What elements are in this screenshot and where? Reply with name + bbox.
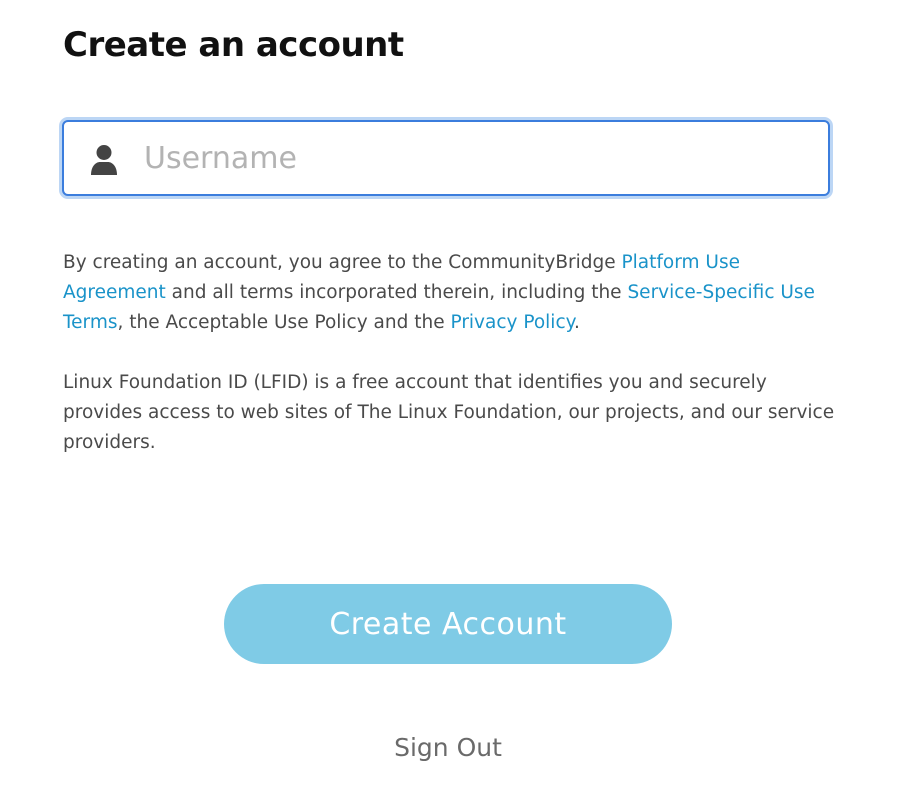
user-icon: [90, 144, 118, 176]
terms-text-3: , the Acceptable Use Policy and the: [117, 312, 451, 333]
terms-notice: By creating an account, you agree to the…: [63, 248, 843, 338]
privacy-policy-link[interactable]: Privacy Policy: [450, 312, 573, 333]
terms-text-4: .: [573, 312, 580, 333]
lfid-description: Linux Foundation ID (LFID) is a free acc…: [63, 372, 835, 453]
terms-text-2: and all terms incorporated therein, incl…: [165, 282, 628, 303]
username-field[interactable]: [62, 120, 830, 196]
create-account-page: Create an account By creating an account…: [0, 0, 908, 790]
username-input[interactable]: [144, 122, 814, 194]
terms-text-1: By creating an account, you agree to the…: [63, 252, 622, 273]
sign-out-link[interactable]: Sign Out: [324, 726, 572, 770]
create-account-button[interactable]: Create Account: [224, 584, 672, 664]
page-title: Create an account: [63, 25, 404, 65]
